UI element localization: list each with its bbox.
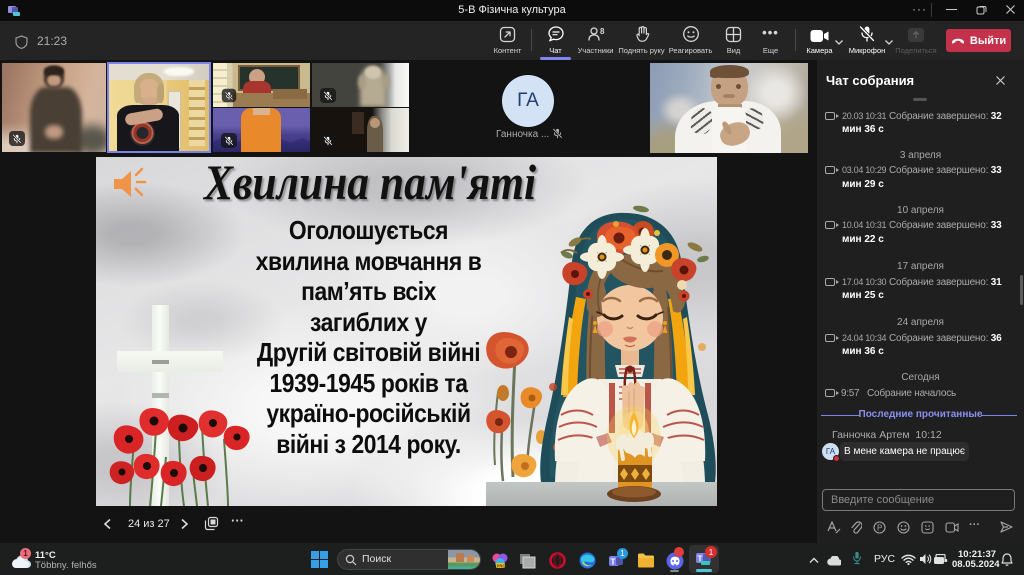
svg-text:T: T — [611, 558, 616, 567]
svg-text:P: P — [877, 524, 882, 533]
svg-text:8: 8 — [600, 27, 605, 36]
svg-text:PRO: PRO — [497, 563, 507, 568]
